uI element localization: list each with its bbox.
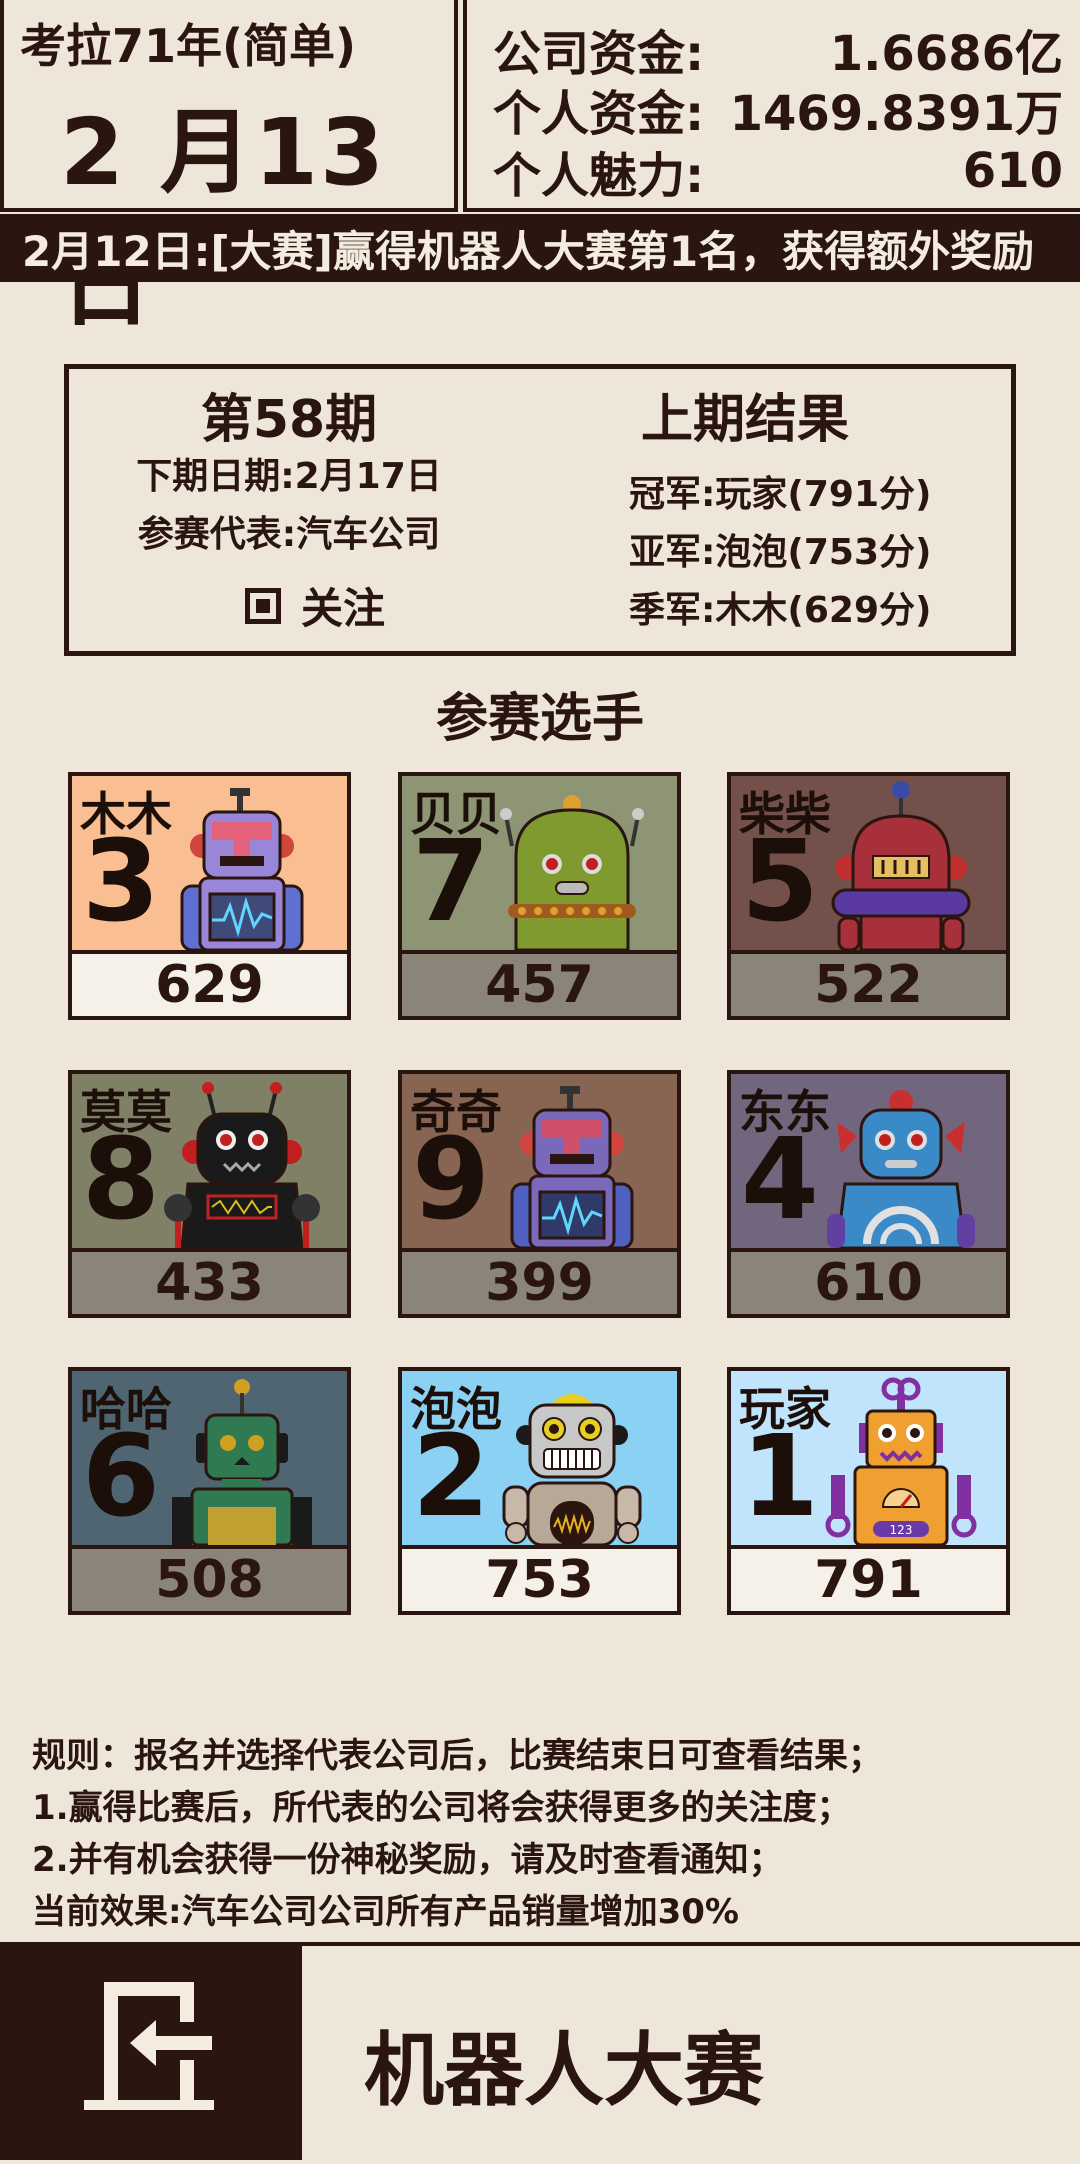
robot-dongdong-icon: [827, 1090, 975, 1248]
stat-company-funds: 公司资金: 1.6686亿: [493, 18, 1063, 82]
robot-momo-icon: [164, 1082, 320, 1248]
robot-qiqi-icon: [510, 1086, 634, 1248]
card-art: 木木 3: [72, 776, 347, 950]
stat-value: 1469.8391万: [729, 86, 1063, 142]
robot-number: 9: [412, 1115, 490, 1245]
period-title: 第58期: [200, 390, 378, 450]
robot-number: 7: [412, 817, 490, 947]
robot-card-beibei[interactable]: 贝贝 7 457: [398, 772, 681, 1020]
robot-score: 791: [731, 1545, 1006, 1611]
stat-value: 610: [962, 143, 1063, 199]
footer-divider: [302, 1942, 1080, 1946]
robot-haha-icon: [172, 1379, 312, 1545]
result-runner-up: 亚军:泡泡(753分): [629, 532, 932, 573]
rule-line: 2.并有机会获得一份神秘奖励，请及时查看通知；: [32, 1840, 783, 1880]
robot-player-icon: 123: [825, 1377, 977, 1545]
card-art: 柴柴 5: [731, 776, 1006, 950]
robot-score: 457: [402, 950, 677, 1016]
robot-card-player[interactable]: 123 玩家 1 791: [727, 1367, 1010, 1615]
robot-score: 433: [72, 1248, 347, 1314]
last-results-title: 上期结果: [640, 390, 849, 450]
robot-card-haha[interactable]: 哈哈 6 508: [68, 1367, 351, 1615]
robot-card-mumu[interactable]: 木木 3 629: [68, 772, 351, 1020]
exit-icon[interactable]: [0, 1942, 302, 2160]
rule-line: 当前效果:汽车公司公司所有产品销量增加30%: [32, 1892, 739, 1932]
robot-score: 508: [72, 1545, 347, 1611]
robot-number: 2: [412, 1412, 490, 1542]
robot-number: 8: [82, 1115, 160, 1245]
next-date: 下期日期:2月17日: [136, 456, 442, 497]
robot-card-paopao[interactable]: 泡泡 2 753: [398, 1367, 681, 1615]
card-art: 哈哈 6: [72, 1371, 347, 1545]
robot-score: 399: [402, 1248, 677, 1314]
date-panel: 考拉71年(简单) 2 月13 日: [0, 0, 458, 339]
follow-toggle[interactable]: 关注: [245, 575, 385, 636]
page-title: 机器人大赛: [364, 2024, 764, 2117]
robot-number: 6: [82, 1412, 160, 1542]
robot-score: 629: [72, 950, 347, 1016]
robot-number: 4: [741, 1115, 819, 1245]
rule-line: 规则：报名并选择代表公司后，比赛结束日可查看结果；: [32, 1736, 882, 1776]
rule-line: 1.赢得比赛后，所代表的公司将会获得更多的关注度；: [32, 1788, 851, 1828]
card-art: 123 玩家 1: [731, 1371, 1006, 1545]
stat-personal-funds: 个人资金: 1469.8391万: [493, 78, 1063, 142]
result-third: 季军:木木(629分): [629, 590, 932, 631]
robot-score: 522: [731, 950, 1006, 1016]
year-label: 考拉71年(简单): [20, 19, 357, 73]
stats-panel: 公司资金: 1.6686亿 个人资金: 1469.8391万 个人魅力: 610: [463, 0, 1080, 212]
robot-card-momo[interactable]: 莫莫 8 433: [68, 1070, 351, 1318]
robot-score: 753: [402, 1545, 677, 1611]
exit-button[interactable]: [0, 1942, 302, 2160]
robot-score: 610: [731, 1248, 1006, 1314]
stat-label: 个人资金:: [493, 86, 705, 142]
card-art: 贝贝 7: [402, 776, 677, 950]
robot-card-chaichai[interactable]: 柴柴 5 522: [727, 772, 1010, 1020]
date-label: 2 月13 日: [60, 99, 387, 339]
robot-number: 3: [82, 817, 160, 947]
robot-mumu-icon: [180, 788, 304, 950]
robot-card-dongdong[interactable]: 东东 4 610: [727, 1070, 1010, 1318]
follow-label: 关注: [301, 584, 386, 633]
card-art: 奇奇 9: [402, 1074, 677, 1248]
robot-beibei-icon: [500, 795, 644, 950]
card-art: 东东 4: [731, 1074, 1006, 1248]
robot-chaichai-icon: [831, 781, 971, 950]
stat-label: 个人魅力:: [493, 148, 705, 204]
contest-info-box: 第58期 下期日期:2月17日 参赛代表:汽车公司 关注 上期结果 冠军:玩家(…: [64, 364, 1016, 656]
robot-card-qiqi[interactable]: 奇奇 9 399: [398, 1070, 681, 1318]
result-champion: 冠军:玩家(791分): [629, 474, 932, 515]
robot-number: 5: [741, 817, 819, 947]
section-title: 参赛选手: [435, 689, 644, 749]
robot-number: 1: [741, 1412, 819, 1542]
representative: 参赛代表:汽车公司: [137, 514, 441, 555]
checkbox-icon[interactable]: [245, 587, 281, 624]
svg-text:123: 123: [890, 1523, 913, 1537]
stat-charisma: 个人魅力: 610: [493, 140, 1063, 204]
news-ticker[interactable]: 2月12日:[大赛]赢得机器人大赛第1名，获得额外奖励: [0, 214, 1080, 282]
robot-paopao-icon: [502, 1394, 642, 1545]
card-art: 泡泡 2: [402, 1371, 677, 1545]
card-art: 莫莫 8: [72, 1074, 347, 1248]
